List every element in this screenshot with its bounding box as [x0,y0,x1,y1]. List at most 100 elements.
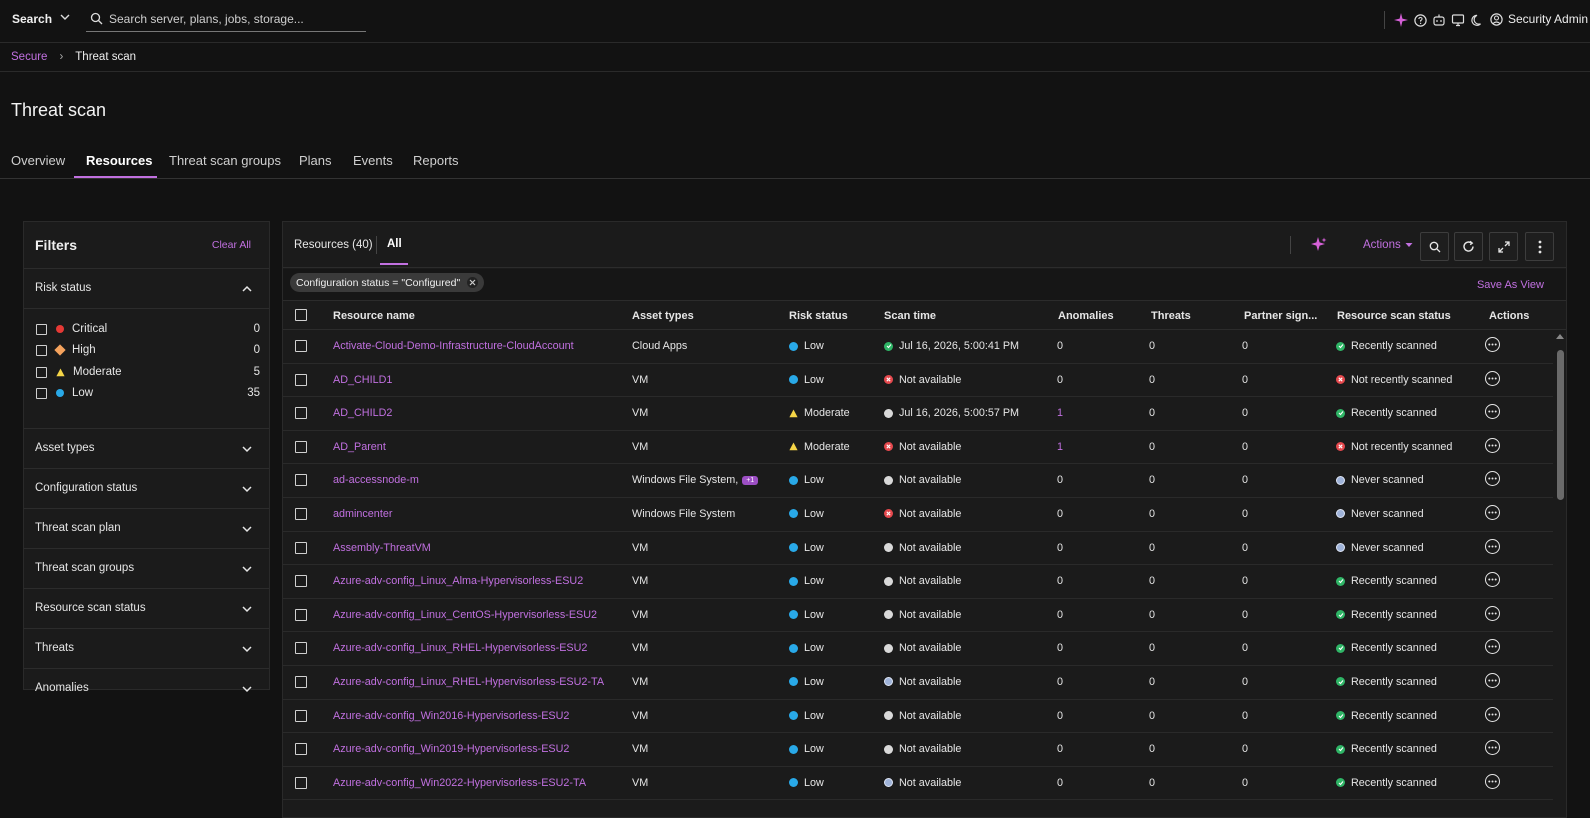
chevron-down-icon[interactable] [241,683,253,695]
more-horizontal-icon[interactable] [1485,370,1500,386]
table-row[interactable]: admincenter Windows File System Low Not ava… [283,498,1553,532]
chevron-down-icon[interactable] [241,523,253,535]
filter-section-threats[interactable]: Threats [24,629,269,669]
row-checkbox[interactable] [295,709,307,722]
filter-section-configuration-status[interactable]: Configuration status [24,469,269,509]
checkbox[interactable] [36,323,47,335]
row-checkbox[interactable] [295,541,307,554]
row-actions-button[interactable] [1485,370,1500,386]
moon-icon[interactable] [1470,13,1484,27]
more-horizontal-icon[interactable] [1485,471,1500,487]
table-search-button[interactable] [1420,232,1449,261]
checkbox[interactable] [36,366,47,378]
resource-name-link[interactable]: Azure-adv-config_Win2016-Hypervisorless-… [333,710,569,722]
table-row[interactable]: AD_Parent VM Moderate Not available 1 0 0 Not r… [283,431,1553,465]
view-tab-all[interactable]: All [387,238,402,250]
table-row[interactable]: AD_CHILD1 VM Low Not available 0 0 0 Not recent… [283,364,1553,398]
table-row[interactable]: Azure-adv-config_Linux_CentOS-Hypervisor… [283,599,1553,633]
resource-name-link[interactable]: Activate-Cloud-Demo-Infrastructure-Cloud… [333,340,574,352]
global-search[interactable] [86,6,366,32]
anomalies-count[interactable]: 1 [1057,441,1063,453]
risk-option-low[interactable]: Low 35 [36,386,260,400]
search-mode-label[interactable]: Search [12,12,52,26]
more-horizontal-icon[interactable] [1485,740,1500,756]
filter-section-threat-scan-plan[interactable]: Threat scan plan [24,509,269,549]
resource-name-link[interactable]: Azure-adv-config_Linux_CentOS-Hypervisor… [333,609,597,621]
row-checkbox[interactable] [295,575,307,588]
resource-name-link[interactable]: Azure-adv-config_Win2019-Hypervisorless-… [333,743,569,755]
filter-section-asset-types[interactable]: Asset types [24,429,269,469]
more-horizontal-icon[interactable] [1485,639,1500,655]
table-row[interactable]: Activate-Cloud-Demo-Infrastructure-Cloud… [283,330,1553,364]
vertical-scrollbar[interactable] [1555,330,1565,817]
row-actions-button[interactable] [1485,572,1500,588]
risk-option-moderate[interactable]: Moderate 5 [36,365,260,379]
more-horizontal-icon[interactable] [1485,605,1500,621]
table-row[interactable]: Azure-adv-config_Win2019-Hypervisorless-… [283,733,1553,767]
chevron-down-icon[interactable] [241,603,253,615]
resource-name-link[interactable]: Azure-adv-config_Linux_RHEL-Hypervisorle… [333,676,604,688]
column-header-resource-scan-status[interactable]: Resource scan status [1337,310,1451,322]
breadcrumb-link-secure[interactable]: Secure [11,51,47,63]
more-horizontal-icon[interactable] [1485,538,1500,554]
more-horizontal-icon[interactable] [1485,504,1500,520]
resource-name-link[interactable]: admincenter [333,508,392,520]
help-icon[interactable] [1413,13,1427,27]
column-header-partner-signals[interactable]: Partner sign... [1244,310,1317,322]
resource-name-link[interactable]: ad-accessnode-m [333,474,419,486]
more-horizontal-icon[interactable] [1485,672,1500,688]
user-menu[interactable]: Security Admin [1490,12,1588,26]
row-checkbox[interactable] [295,776,307,789]
risk-option-high[interactable]: High 0 [36,343,260,357]
table-row[interactable]: Azure-adv-config_Win2016-Hypervisorless-… [283,700,1553,734]
column-header-resource-name[interactable]: Resource name [333,310,415,322]
table-row[interactable]: Azure-adv-config_Linux_RHEL-Hypervisorle… [283,632,1553,666]
row-actions-button[interactable] [1485,404,1500,420]
sparkle-icon[interactable] [1310,236,1328,254]
row-actions-button[interactable] [1485,639,1500,655]
table-row[interactable]: Assembly-ThreatVM VM Low Not available 0 0 0 Ne… [283,532,1553,566]
save-as-view-button[interactable]: Save As View [1477,279,1544,291]
row-actions-button[interactable] [1485,337,1500,352]
table-row[interactable]: ad-accessnode-m Windows File System, +1 Low… [283,464,1553,498]
resource-name-link[interactable]: AD_CHILD1 [333,374,392,386]
chevron-down-icon[interactable] [241,443,253,455]
refresh-button[interactable] [1454,232,1483,261]
close-icon[interactable] [467,277,479,288]
row-actions-button[interactable] [1485,437,1500,453]
row-actions-button[interactable] [1485,740,1500,756]
row-actions-button[interactable] [1485,773,1500,789]
tab-overview[interactable]: Overview [11,153,65,168]
column-header-threats[interactable]: Threats [1151,310,1191,322]
monitor-icon[interactable] [1451,13,1465,27]
anomalies-count[interactable]: 1 [1057,407,1063,419]
sparkle-icon[interactable] [1394,13,1408,27]
row-checkbox[interactable] [295,608,307,621]
more-horizontal-icon[interactable] [1485,572,1500,588]
chevron-down-icon[interactable] [241,563,253,575]
tab-events[interactable]: Events [353,153,393,168]
table-row[interactable]: Azure-adv-config_Linux_Alma-Hypervisorle… [283,565,1553,599]
expand-button[interactable] [1489,232,1518,261]
row-actions-button[interactable] [1485,706,1500,722]
row-checkbox[interactable] [295,373,307,386]
scroll-up-icon[interactable] [1556,334,1564,339]
resource-name-link[interactable]: Assembly-ThreatVM [333,542,431,554]
tab-resources[interactable]: Resources [86,153,152,168]
row-checkbox[interactable] [295,507,307,520]
risk-option-critical[interactable]: Critical 0 [36,322,260,336]
table-row[interactable]: Azure-adv-config_Linux_RHEL-Hypervisorle… [283,666,1553,700]
column-header-scan-time[interactable]: Scan time [884,310,936,322]
robot-icon[interactable] [1432,13,1446,27]
resource-name-link[interactable]: AD_Parent [333,441,386,453]
chevron-down-icon[interactable] [241,483,253,495]
row-checkbox[interactable] [295,642,307,655]
resource-name-link[interactable]: Azure-adv-config_Win2022-Hypervisorless-… [333,777,586,789]
resource-name-link[interactable]: Azure-adv-config_Linux_RHEL-Hypervisorle… [333,642,587,654]
resource-name-link[interactable]: AD_CHILD2 [333,407,392,419]
column-header-anomalies[interactable]: Anomalies [1058,310,1114,322]
column-header-asset-types[interactable]: Asset types [632,310,694,322]
actions-dropdown[interactable]: Actions [1363,239,1413,251]
row-actions-button[interactable] [1485,471,1500,487]
more-horizontal-icon[interactable] [1485,437,1500,453]
